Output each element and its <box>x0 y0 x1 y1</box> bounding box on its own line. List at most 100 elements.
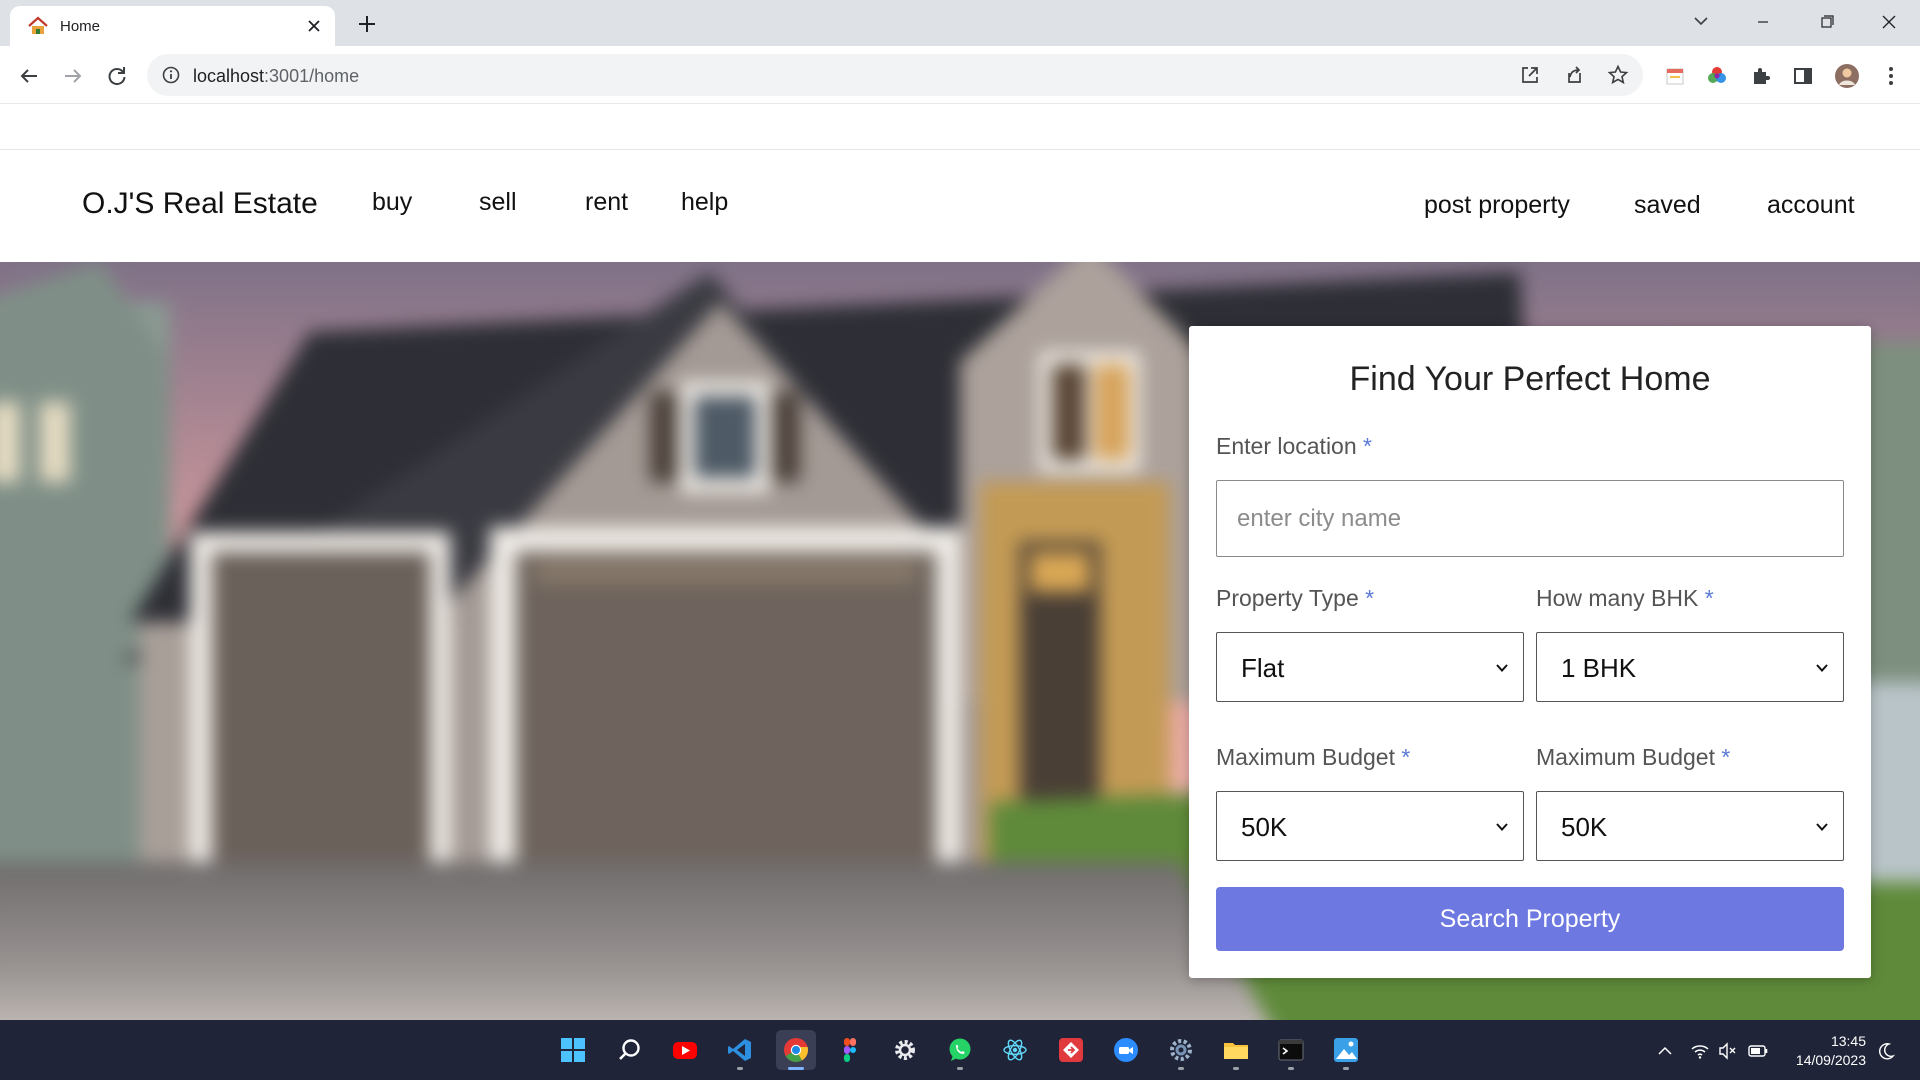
taskbar-chrome[interactable] <box>776 1030 816 1070</box>
volume-muted-icon[interactable] <box>1718 1041 1738 1061</box>
site-header: O.J'S Real Estate buy sell rent help pos… <box>0 149 1920 262</box>
property-type-value: Flat <box>1241 653 1285 683</box>
location-input[interactable] <box>1216 480 1844 557</box>
folder-icon <box>1224 1043 1248 1059</box>
tab-title: Home <box>60 18 101 35</box>
nav-rent[interactable]: rent <box>585 188 628 217</box>
taskbar-settings[interactable] <box>1161 1030 1201 1070</box>
nav-saved[interactable]: saved <box>1634 191 1701 220</box>
bhk-select[interactable]: 1 BHK <box>1536 632 1844 702</box>
search-icon <box>619 1039 640 1060</box>
taskbar-file-explorer[interactable] <box>1216 1030 1256 1070</box>
forward-arrow-icon[interactable] <box>60 63 86 89</box>
budget-select-2[interactable]: 50K <box>1536 791 1844 861</box>
bhk-label: How many BHK * <box>1536 585 1714 611</box>
profile-avatar-icon[interactable] <box>1834 63 1860 89</box>
budget-value-1: 50K <box>1241 812 1288 842</box>
taskbar-photos[interactable] <box>1326 1030 1366 1070</box>
nav-sell[interactable]: sell <box>479 188 517 217</box>
color-picker-icon[interactable] <box>1704 63 1730 89</box>
back-arrow-icon[interactable] <box>16 63 42 89</box>
house-icon <box>27 16 49 36</box>
nav-help[interactable]: help <box>681 188 728 217</box>
budget-select-1[interactable]: 50K <box>1216 791 1524 861</box>
notification-moon-icon[interactable] <box>1876 1041 1896 1061</box>
taskbar-search-button[interactable] <box>610 1030 650 1070</box>
clock-date: 14/09/2023 <box>1795 1052 1866 1068</box>
browser-tab-home[interactable]: Home <box>10 6 335 46</box>
extension-calendar-icon[interactable] <box>1662 63 1688 89</box>
required-mark: * <box>1704 585 1714 611</box>
nav-post-property[interactable]: post property <box>1424 191 1570 220</box>
vscode-icon <box>728 1039 751 1061</box>
nav-buy[interactable]: buy <box>372 188 412 217</box>
side-panel-icon[interactable] <box>1790 63 1816 89</box>
running-indicator <box>737 1067 743 1070</box>
property-type-label: Property Type * <box>1216 585 1375 611</box>
browser-toolbar: localhost:3001/home <box>0 46 1920 104</box>
taskbar-settings-gear[interactable] <box>885 1030 925 1070</box>
git-icon <box>1059 1038 1083 1062</box>
windows-start-icon <box>561 1038 585 1062</box>
taskbar-clock[interactable]: 13:45 14/09/2023 <box>1786 1032 1866 1070</box>
budget-value-2: 50K <box>1561 812 1608 842</box>
running-indicator <box>957 1067 963 1070</box>
site-info-icon[interactable] <box>161 65 181 85</box>
close-window-icon[interactable] <box>1866 7 1912 37</box>
gear-icon <box>895 1040 915 1060</box>
site-brand[interactable]: O.J'S Real Estate <box>82 187 318 221</box>
taskbar-zoom[interactable] <box>1106 1030 1146 1070</box>
taskbar-figma[interactable] <box>830 1030 870 1070</box>
running-indicator <box>1233 1067 1239 1070</box>
taskbar-youtube[interactable] <box>665 1030 705 1070</box>
nav-account[interactable]: account <box>1767 191 1855 220</box>
search-card: Find Your Perfect Home Enter location * … <box>1189 326 1871 978</box>
bhk-value: 1 BHK <box>1561 653 1637 683</box>
running-indicator <box>1288 1067 1294 1070</box>
share-icon[interactable] <box>1563 64 1585 86</box>
search-property-button[interactable]: Search Property <box>1216 887 1844 951</box>
taskbar-whatsapp[interactable] <box>940 1030 980 1070</box>
restore-icon[interactable] <box>1804 7 1850 37</box>
location-label: Enter location * <box>1216 433 1372 459</box>
running-indicator <box>1178 1067 1184 1070</box>
wifi-icon[interactable] <box>1690 1041 1710 1061</box>
budget-label-1: Maximum Budget * <box>1216 744 1411 770</box>
required-mark: * <box>1363 433 1372 459</box>
windows-taskbar: 13:45 14/09/2023 <box>0 1020 1920 1080</box>
chevron-down-icon <box>1495 661 1509 675</box>
battery-icon[interactable] <box>1748 1041 1768 1061</box>
chevron-down-icon <box>1815 661 1829 675</box>
running-indicator <box>1343 1067 1349 1070</box>
taskbar-terminal[interactable] <box>1271 1030 1311 1070</box>
whatsapp-icon <box>949 1038 971 1061</box>
search-card-title: Find Your Perfect Home <box>1349 360 1711 398</box>
start-button[interactable] <box>553 1030 593 1070</box>
extensions-puzzle-icon[interactable] <box>1748 63 1774 89</box>
open-in-app-icon[interactable] <box>1519 64 1541 86</box>
taskbar-react[interactable] <box>995 1030 1035 1070</box>
chevron-down-icon <box>1815 820 1829 834</box>
chrome-menu-icon[interactable] <box>1878 63 1904 89</box>
property-type-select[interactable]: Flat <box>1216 632 1524 702</box>
figma-icon <box>844 1038 856 1062</box>
tab-search-chevron-icon[interactable] <box>1690 10 1712 32</box>
taskbar-git-client[interactable] <box>1051 1030 1091 1070</box>
address-bar[interactable]: localhost:3001/home <box>147 54 1643 96</box>
settings-icon <box>1170 1039 1192 1061</box>
url-text: localhost:3001/home <box>193 66 360 86</box>
new-tab-icon[interactable] <box>354 11 380 37</box>
terminal-icon <box>1278 1039 1304 1061</box>
bookmark-star-icon[interactable] <box>1607 64 1629 86</box>
react-icon <box>1003 1039 1027 1061</box>
youtube-icon <box>673 1042 697 1059</box>
required-mark: * <box>1365 585 1375 611</box>
close-tab-icon[interactable] <box>303 15 325 37</box>
browser-tab-strip: Home <box>0 0 1920 46</box>
minimize-icon[interactable] <box>1740 7 1786 37</box>
taskbar-vscode[interactable] <box>720 1030 760 1070</box>
chevron-up-icon[interactable] <box>1655 1041 1675 1061</box>
required-mark: * <box>1401 744 1411 770</box>
reload-icon[interactable] <box>104 63 130 89</box>
chevron-down-icon <box>1495 820 1509 834</box>
